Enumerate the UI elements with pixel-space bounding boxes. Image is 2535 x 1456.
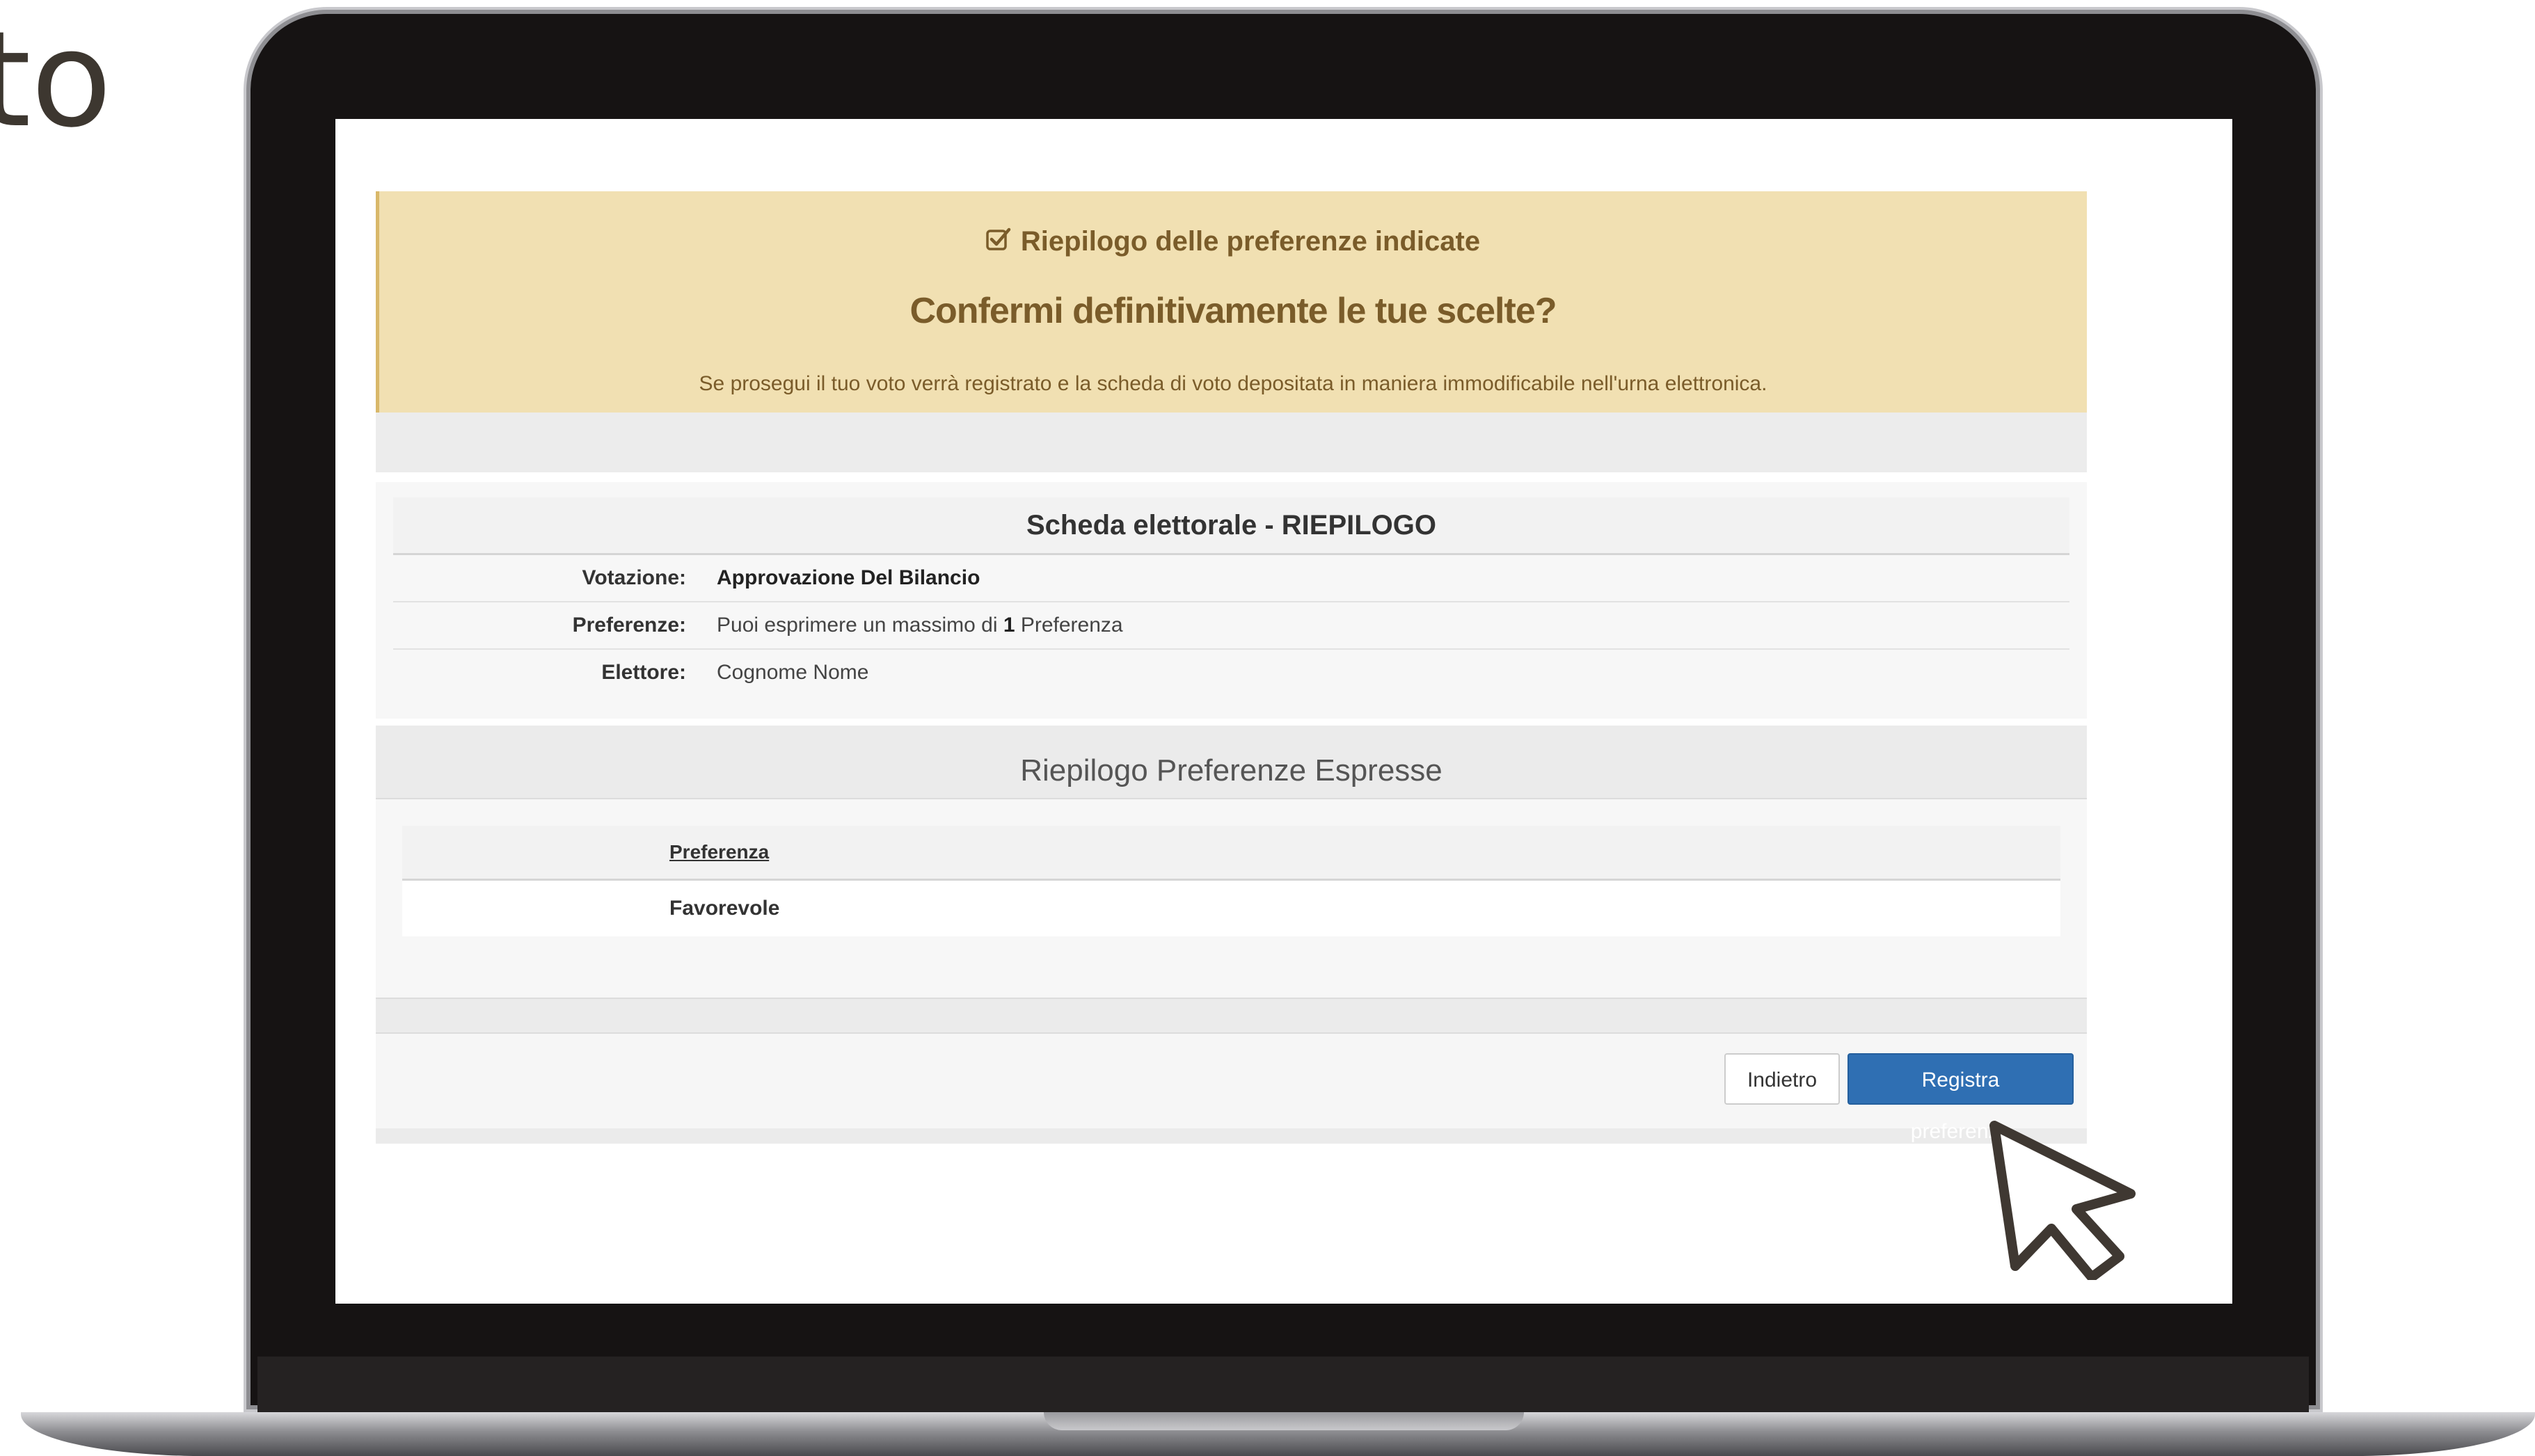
check-square-icon — [986, 226, 1011, 257]
laptop-screen: Riepilogo delle preferenze indicate Conf… — [335, 119, 2232, 1304]
vote-summary-page: Riepilogo delle preferenze indicate Conf… — [376, 191, 2087, 1144]
footer-divider — [376, 998, 2087, 1032]
divider-band — [376, 413, 2087, 472]
preferenze-count: 1 — [1003, 614, 1015, 637]
ballot-summary-title: Scheda elettorale - RIEPILOGO — [393, 497, 2069, 555]
laptop-notch — [1044, 1412, 1524, 1430]
ballot-summary-panel: Scheda elettorale - RIEPILOGO Votazione:… — [376, 482, 2087, 719]
alert-description: Se prosegui il tuo voto verrà registrato… — [699, 372, 1767, 395]
info-row-preferenze: Preferenze: Puoi esprimere un massimo di… — [393, 602, 2069, 650]
confirmation-alert: Riepilogo delle preferenze indicate Conf… — [376, 191, 2087, 413]
table-row: Favorevole — [669, 897, 780, 920]
laptop-bezel-bottom — [257, 1357, 2309, 1412]
elettore-value: Cognome Nome — [717, 661, 869, 684]
alert-header: Riepilogo delle preferenze indicate — [379, 226, 2087, 257]
preferenze-suffix: Preferenza — [1015, 614, 1123, 637]
info-row-elettore: Elettore: Cognome Nome — [393, 650, 2069, 696]
alert-title: Confermi definitivamente le tue scelte? — [909, 291, 1557, 331]
votazione-value: Approvazione Del Bilancio — [717, 566, 980, 589]
preferences-panel: Preferenza Favorevole — [376, 799, 2087, 998]
preferenze-prefix: Puoi esprimere un massimo di — [717, 614, 1003, 637]
spacer — [376, 472, 2087, 482]
preferences-table: Preferenza Favorevole — [402, 826, 2060, 936]
back-button[interactable]: Indietro — [1724, 1053, 1840, 1105]
info-value: Approvazione Del Bilancio — [717, 566, 980, 590]
spacer — [376, 719, 2087, 726]
info-label: Preferenze: — [572, 614, 686, 637]
info-label: Elettore: — [601, 661, 686, 684]
info-row-votazione: Votazione: Approvazione Del Bilancio — [393, 555, 2069, 602]
mouse-pointer-icon — [1987, 1120, 2140, 1282]
register-preferences-button[interactable]: Registra preferenze — [1847, 1053, 2074, 1143]
info-label: Votazione: — [582, 566, 686, 589]
action-footer: Indietro Registra preferenze — [376, 1032, 2087, 1143]
footer-bottom-band — [376, 1128, 2087, 1144]
preferences-column-header[interactable]: Preferenza — [402, 826, 2060, 881]
info-value: Puoi esprimere un massimo di 1 Preferenz… — [717, 614, 1123, 637]
preferences-section-title: Riepilogo Preferenze Espresse — [376, 726, 2087, 799]
alert-header-text: Riepilogo delle preferenze indicate — [1020, 226, 1481, 257]
background-heading-fragment: to — [0, 3, 112, 157]
